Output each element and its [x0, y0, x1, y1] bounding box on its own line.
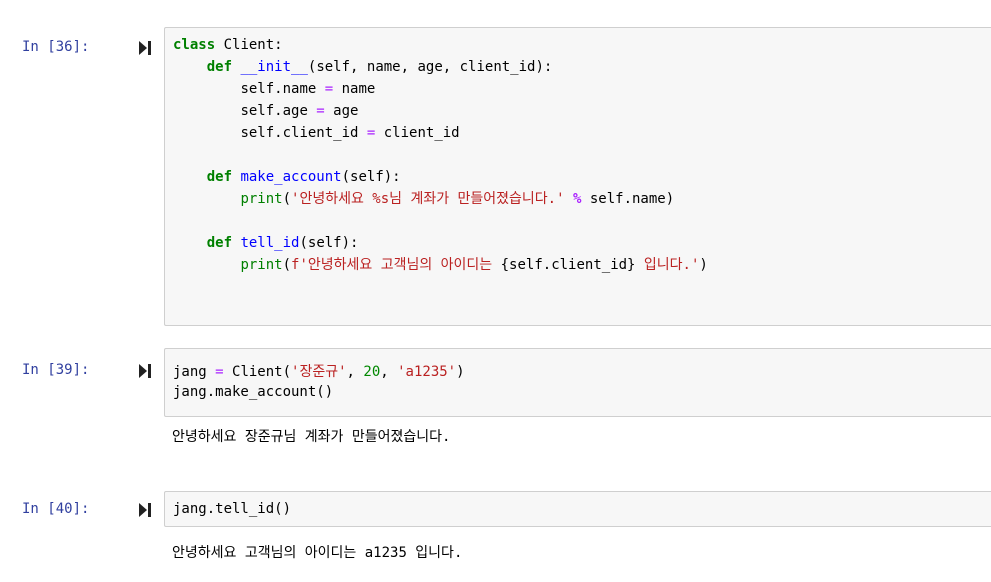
cell-output: 안녕하세요 고객님의 아이디는 a1235 입니다.: [172, 545, 463, 561]
code-cell-2[interactable]: In [39]: jang = Client('장준규', 20, 'a1235…: [0, 340, 991, 470]
cell-input-editor[interactable]: class Client: def __init__(self, name, a…: [164, 27, 991, 326]
code-line: print(f'안녕하세요 고객님의 아이디는 {self.client_id}…: [240, 257, 708, 273]
code-line: jang.make_account(): [173, 384, 334, 400]
cell-input-editor[interactable]: jang.tell_id(): [164, 491, 991, 527]
cell-input-editor[interactable]: jang = Client('장준규', 20, 'a1235') jang.m…: [164, 348, 991, 417]
code-line: def make_account(self):: [206, 169, 401, 185]
code-line: self.name = name: [240, 81, 376, 97]
cell-output: 안녕하세요 장준규님 계좌가 만들어졌습니다.: [172, 429, 451, 445]
code-line: self.client_id = client_id: [240, 125, 460, 141]
code-line: self.age = age: [240, 103, 359, 119]
cell-prompt: In [39]:: [22, 362, 90, 378]
code-line: class Client:: [173, 37, 283, 53]
code-line: def __init__(self, name, age, client_id)…: [206, 59, 553, 75]
code-line: def tell_id(self):: [206, 235, 359, 251]
code-line: jang = Client('장준규', 20, 'a1235'): [173, 364, 465, 380]
run-cell-icon[interactable]: [139, 40, 151, 55]
cell-prompt: In [36]:: [22, 39, 90, 55]
cell-prompt: In [40]:: [22, 501, 90, 517]
code-line: print('안녕하세요 %s님 계좌가 만들어졌습니다.' % self.na…: [240, 191, 675, 207]
code-cell-3[interactable]: In [40]: jang.tell_id() 안녕하세요 고객님의 아이디는 …: [0, 485, 991, 580]
code-line: jang.tell_id(): [173, 501, 292, 517]
run-cell-icon[interactable]: [139, 502, 151, 517]
run-cell-icon[interactable]: [139, 363, 151, 378]
code-cell-1[interactable]: In [36]: class Client: def __init__(self…: [0, 0, 991, 330]
